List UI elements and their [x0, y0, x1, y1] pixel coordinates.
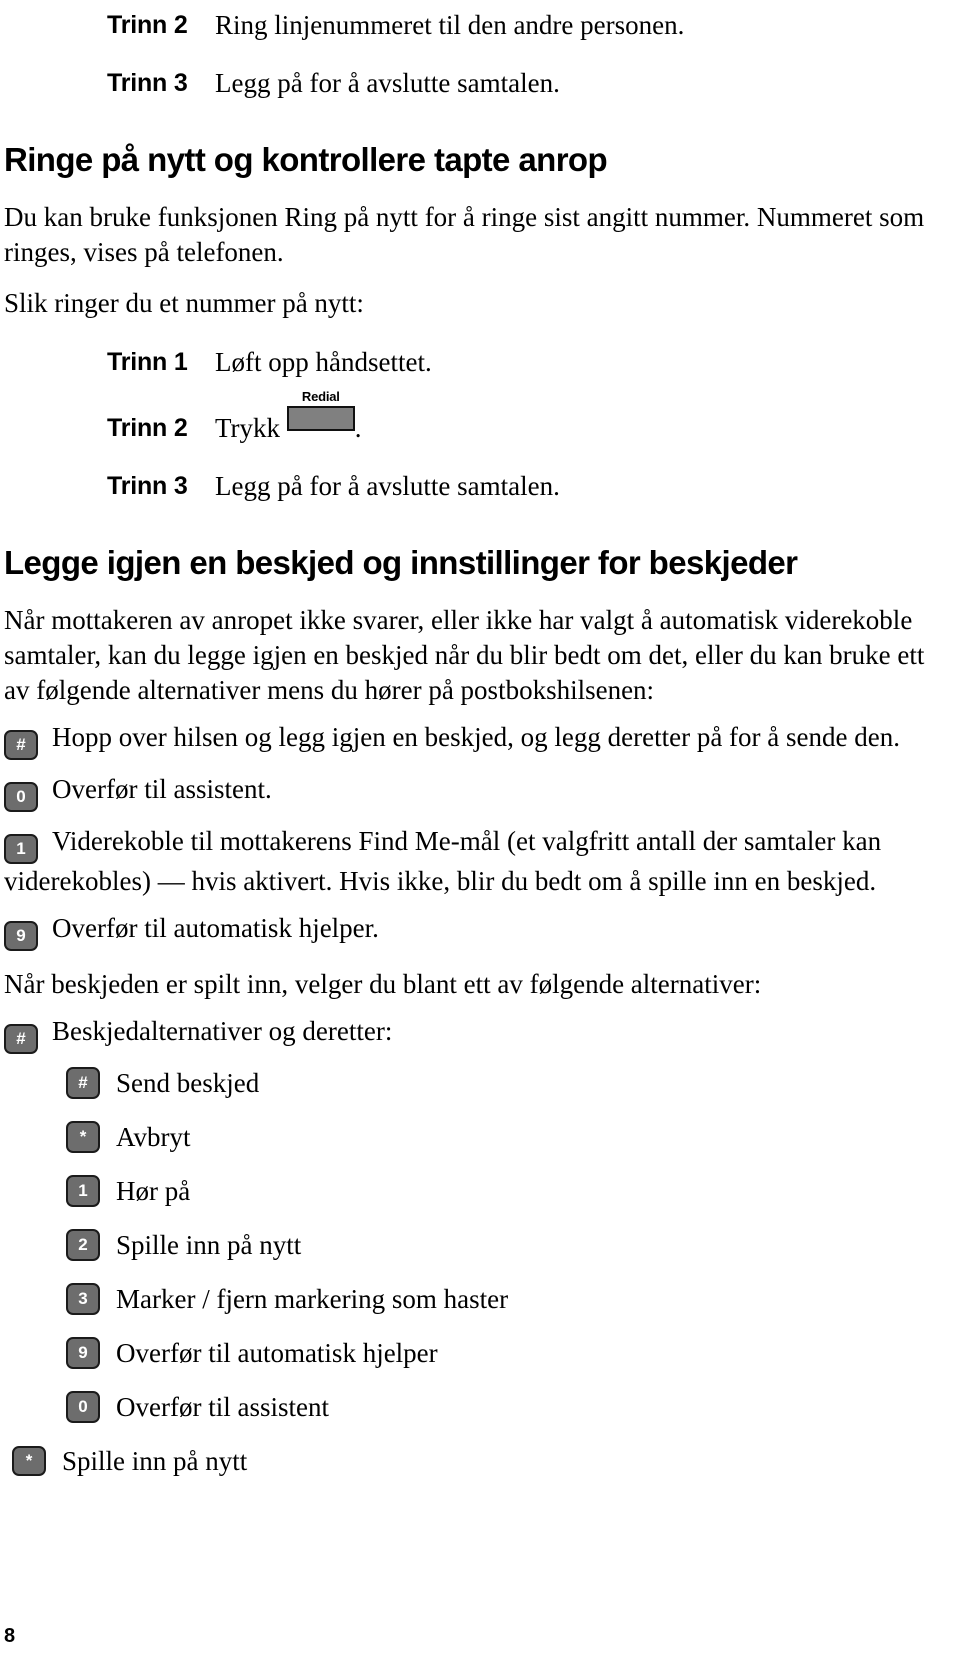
key-9-icon: 9	[66, 1337, 100, 1369]
step-text: Legg på for å avslutte samtalen.	[215, 68, 560, 98]
sub-option-row: 1 Hør på	[66, 1174, 952, 1208]
key-hash-icon: #	[4, 1024, 38, 1054]
sub-option-row: # Send beskjed	[66, 1066, 952, 1100]
section-heading-message: Legge igjen en beskjed og innstillinger …	[4, 544, 798, 581]
step-label: Trinn 1	[107, 348, 188, 376]
sub-option-text: Marker / fjern markering som haster	[116, 1284, 509, 1314]
option-text: Viderekoble til mottakerens Find Me-mål …	[4, 826, 882, 896]
sub-option-text: Hør på	[116, 1176, 191, 1206]
final-option-text: Spille inn på nytt	[62, 1446, 248, 1476]
key-0-icon: 0	[66, 1391, 100, 1423]
sub-option-text: Avbryt	[116, 1122, 191, 1152]
sub-option-row: 9 Overfør til automatisk hjelper	[66, 1336, 952, 1370]
step-row: Trinn 3 Legg på for å avslutte samtalen.	[4, 469, 952, 503]
key-2-icon: 2	[66, 1229, 100, 1261]
key-hash-icon: #	[4, 730, 38, 760]
key-0-icon: 0	[4, 782, 38, 812]
redial-button-caption: Redial	[301, 389, 340, 404]
step-label: Trinn 3	[107, 472, 188, 500]
step-label: Trinn 2	[107, 414, 188, 442]
step-label: Trinn 2	[107, 11, 188, 39]
option-text: Overfør til assistent.	[52, 774, 272, 804]
sub-option-row: 0 Overfør til assistent	[66, 1390, 952, 1424]
option-text: Overfør til automatisk hjelper.	[52, 913, 379, 943]
step-text: Løft opp håndsettet.	[215, 347, 432, 377]
sub-option-text: Send beskjed	[116, 1068, 260, 1098]
redial-button-key	[286, 406, 355, 431]
sub-option-text: Overfør til automatisk hjelper	[116, 1338, 438, 1368]
option-line: 9 Overfør til automatisk hjelper.	[4, 911, 952, 951]
step-text: Trykk Redial .	[215, 390, 362, 445]
option-line: # Beskjedalternativer og deretter:	[4, 1014, 952, 1054]
sub-option-text: Spille inn på nytt	[116, 1230, 302, 1260]
after-recording-lead: Når beskjeden er spilt inn, velger du bl…	[4, 969, 762, 999]
final-option-row: * Spille inn på nytt	[12, 1444, 952, 1478]
section-heading-redial: Ringe på nytt og kontrollere tapte anrop	[4, 141, 608, 178]
message-intro-paragraph: Når mottakeren av anropet ikke svarer, e…	[4, 605, 925, 705]
press-verb: Trykk	[215, 413, 281, 443]
step-text: Ring linjenummeret til den andre persone…	[215, 10, 685, 40]
sub-option-row: 3 Marker / fjern markering som haster	[66, 1282, 952, 1316]
step-label: Trinn 3	[107, 69, 188, 97]
option-line: # Hopp over hilsen og legg igjen en beskj…	[4, 720, 952, 760]
key-9-icon: 9	[4, 921, 38, 951]
option-line: 1 Viderekoble til mottakerens Find Me-mål…	[4, 824, 952, 899]
key-1-icon: 1	[66, 1175, 100, 1207]
step-row: Trinn 1 Løft opp håndsettet.	[4, 345, 952, 379]
key-hash-icon: #	[66, 1067, 100, 1099]
redial-intro-paragraph: Du kan bruke funksjonen Ring på nytt for…	[4, 202, 925, 267]
option-line: 0 Overfør til assistent.	[4, 772, 952, 812]
key-star-icon: *	[66, 1121, 100, 1153]
step-row-redial: Trinn 2 Trykk Redial .	[4, 390, 952, 445]
page-number: 8	[4, 1625, 16, 1647]
option-text: Beskjedalternativer og deretter:	[52, 1016, 393, 1046]
sub-option-text: Overfør til assistent	[116, 1392, 329, 1422]
step-row: Trinn 2 Ring linjenummeret til den andre…	[4, 8, 952, 42]
option-text: Hopp over hilsen og legg igjen en beskje…	[52, 722, 900, 752]
key-3-icon: 3	[66, 1283, 100, 1315]
key-1-icon: 1	[4, 834, 38, 864]
redial-leadin-paragraph: Slik ringer du et nummer på nytt:	[4, 288, 364, 318]
document-page: Trinn 2 Ring linjenummeret til den andre…	[0, 0, 960, 1657]
step-row: Trinn 3 Legg på for å avslutte samtalen.	[4, 66, 952, 100]
key-star-icon: *	[12, 1446, 46, 1476]
sub-option-row: * Avbryt	[66, 1120, 952, 1154]
sub-option-row: 2 Spille inn på nytt	[66, 1228, 952, 1262]
step-text: Legg på for å avslutte samtalen.	[215, 471, 560, 501]
period-after-button: .	[354, 413, 362, 443]
redial-button-graphic: Redial	[286, 390, 355, 437]
